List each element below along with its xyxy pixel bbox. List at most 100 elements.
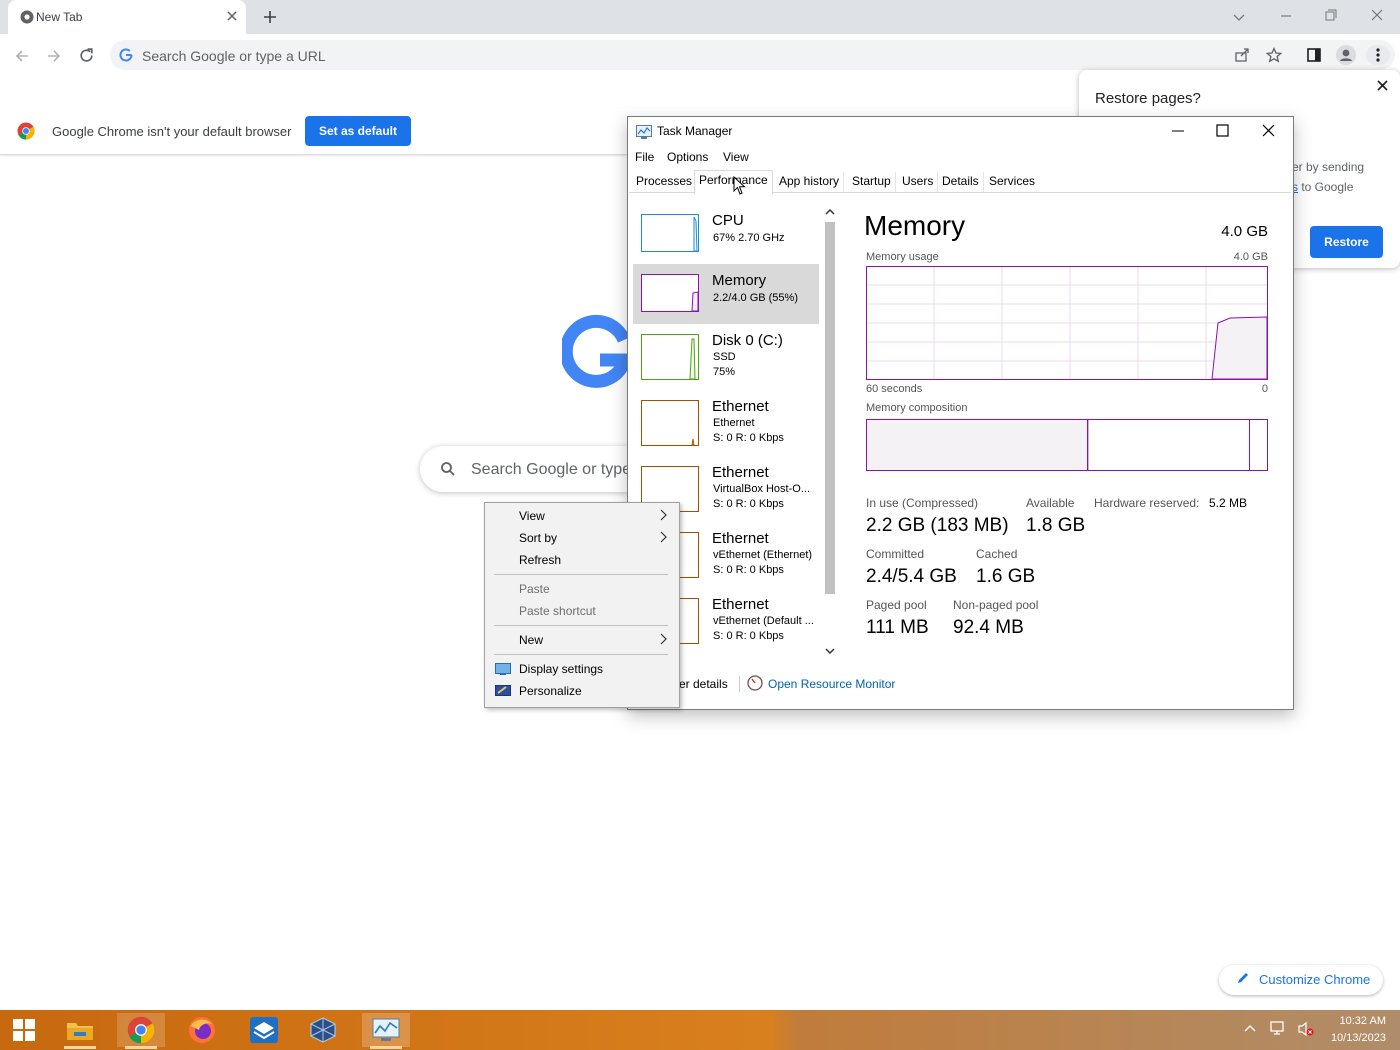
task-manager-app-icon xyxy=(636,125,652,139)
perf-item-cpu[interactable]: CPU 67% 2.70 GHz xyxy=(633,204,819,264)
graph-time-right: 0 xyxy=(1261,383,1268,395)
perf-item-name: Ethernet xyxy=(712,530,769,547)
chevron-right-icon xyxy=(659,633,667,645)
tab-startup[interactable]: Startup xyxy=(848,172,896,192)
tab-title: New Tab xyxy=(36,10,83,24)
menu-item-personalize[interactable]: Personalize xyxy=(519,684,582,698)
footer-divider xyxy=(739,676,740,692)
bookmark-star-icon[interactable] xyxy=(1266,47,1282,63)
tab-users[interactable]: Users xyxy=(898,172,939,192)
menu-options[interactable]: Options xyxy=(667,150,708,164)
memory-thumbnail xyxy=(641,274,699,312)
google-search-input[interactable]: Search Google or type xyxy=(471,461,631,479)
clock-time: 10:32 AM xyxy=(1339,1015,1386,1027)
menu-view[interactable]: View xyxy=(723,150,749,164)
perf-item-disk[interactable]: Disk 0 (C:) SSD 75% xyxy=(633,324,819,390)
tray-chevron-up-icon[interactable] xyxy=(1243,1023,1257,1033)
menu-item-refresh[interactable]: Refresh xyxy=(519,553,561,567)
perf-item-memory[interactable]: Memory 2.2/4.0 GB (55%) xyxy=(633,264,819,324)
tab-services[interactable]: Services xyxy=(985,172,1039,192)
menu-item-paste-shortcut[interactable]: Paste shortcut xyxy=(519,604,596,618)
forward-icon[interactable] xyxy=(46,48,62,64)
perf-item-sub: SSD xyxy=(713,351,736,363)
taskbar-clock[interactable]: 10:32 AM 10/13/2023 xyxy=(1318,1013,1386,1047)
menu-item-display-settings[interactable]: Display settings xyxy=(519,662,603,676)
network-icon[interactable] xyxy=(1270,1021,1288,1037)
side-panel-icon[interactable] xyxy=(1306,47,1322,63)
tab-processes[interactable]: Processes xyxy=(632,172,698,192)
perf-item-sub: Ethernet xyxy=(713,417,755,429)
close-tab-icon[interactable] xyxy=(226,10,238,22)
detail-title: Memory xyxy=(864,210,966,241)
file-explorer-icon[interactable] xyxy=(56,1013,104,1047)
reload-icon[interactable] xyxy=(78,47,95,64)
minimize-icon[interactable] xyxy=(1279,9,1293,23)
search-icon xyxy=(440,461,456,477)
perf-item-sub: 75% xyxy=(713,366,736,378)
resource-monitor-icon xyxy=(747,675,763,691)
restore-button[interactable]: Restore xyxy=(1310,226,1383,258)
tab-search-icon[interactable] xyxy=(1232,10,1246,24)
chrome-taskbar-icon[interactable] xyxy=(117,1013,165,1047)
perf-item-sub: S: 0 R: 0 Kbps xyxy=(713,432,784,444)
open-resource-monitor-link[interactable]: Open Resource Monitor xyxy=(768,677,895,691)
virtualbox-icon[interactable] xyxy=(299,1013,347,1047)
google-g-icon xyxy=(119,48,133,62)
scroll-thumb[interactable] xyxy=(825,222,835,594)
close-window-icon[interactable] xyxy=(1370,8,1384,22)
share-icon[interactable] xyxy=(1234,47,1250,63)
perf-item-sub: S: 0 R: 0 Kbps xyxy=(713,630,784,642)
google-logo-icon xyxy=(562,313,632,389)
composition-free-marker xyxy=(1249,420,1250,470)
perf-item-name: Memory xyxy=(712,272,767,289)
perf-item-name: Disk 0 (C:) xyxy=(712,332,783,349)
chrome-logo-icon xyxy=(17,122,35,140)
personalize-icon xyxy=(495,685,511,697)
scroll-down-icon[interactable] xyxy=(825,647,835,655)
tm-close-icon[interactable] xyxy=(1262,124,1275,137)
volume-muted-icon[interactable] xyxy=(1297,1021,1315,1037)
committed-label: Committed xyxy=(866,547,925,561)
tm-minimize-icon[interactable] xyxy=(1171,124,1185,138)
memory-usage-graph xyxy=(866,266,1268,380)
fewer-details-link[interactable]: er details xyxy=(679,677,728,691)
menu-item-new[interactable]: New xyxy=(519,633,543,647)
menu-item-paste[interactable]: Paste xyxy=(519,582,550,596)
pencil-icon xyxy=(1236,971,1250,985)
app-box-icon[interactable] xyxy=(240,1013,288,1047)
menu-item-view[interactable]: View xyxy=(519,509,545,523)
task-manager-taskbar-icon[interactable] xyxy=(362,1013,410,1047)
start-windows-icon[interactable] xyxy=(0,1013,48,1047)
close-bubble-icon[interactable] xyxy=(1376,79,1389,92)
new-tab-icon[interactable] xyxy=(262,9,278,25)
perf-item-sub: VirtualBox Host-O... xyxy=(713,483,810,495)
menu-item-sort-by[interactable]: Sort by xyxy=(519,531,557,545)
perf-item-ethernet-1[interactable]: Ethernet Ethernet S: 0 R: 0 Kbps xyxy=(633,390,819,456)
graph-time-left: 60 seconds xyxy=(866,383,923,395)
scroll-up-icon[interactable] xyxy=(825,208,835,216)
chrome-menu-icon[interactable] xyxy=(1366,45,1390,65)
back-icon[interactable] xyxy=(14,48,30,64)
in-use-label: In use (Compressed) xyxy=(866,496,979,510)
perf-item-name: Ethernet xyxy=(712,464,769,481)
usage-label: Memory usage xyxy=(866,251,939,263)
tm-maximize-icon[interactable] xyxy=(1216,124,1229,137)
task-manager-active-indicator xyxy=(370,1046,402,1049)
perf-item-sub: vEthernet (Default ... xyxy=(713,615,814,627)
explorer-active-indicator xyxy=(64,1046,96,1049)
nonpaged-pool-label: Non-paged pool xyxy=(953,598,1039,612)
firefox-icon[interactable] xyxy=(178,1013,226,1047)
restore-window-icon[interactable] xyxy=(1324,8,1338,22)
infobar-message: Google Chrome isn't your default browser xyxy=(52,124,292,139)
set-as-default-button[interactable]: Set as default xyxy=(305,116,411,146)
menu-separator xyxy=(494,654,668,655)
composition-label: Memory composition xyxy=(866,402,968,414)
omnibox-input[interactable]: Search Google or type a URL xyxy=(142,48,326,64)
menu-file[interactable]: File xyxy=(635,150,654,164)
committed-value: 2.4/5.4 GB xyxy=(866,566,957,587)
perf-item-name: Ethernet xyxy=(712,596,769,613)
tab-app-history[interactable]: App history xyxy=(775,172,845,192)
tab-details[interactable]: Details xyxy=(938,172,984,192)
menu-separator xyxy=(494,574,668,575)
profile-avatar-icon[interactable] xyxy=(1336,45,1356,65)
